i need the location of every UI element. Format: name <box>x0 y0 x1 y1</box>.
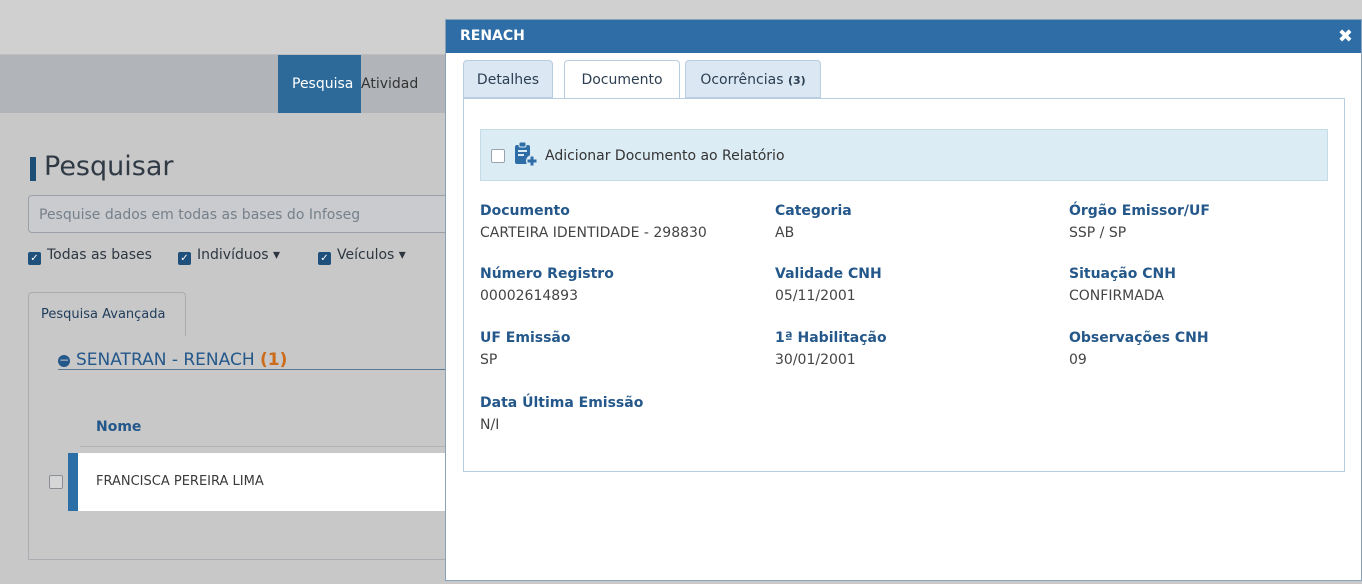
tab-label: Ocorrências <box>700 72 784 88</box>
modal-title: RENACH <box>460 28 525 44</box>
field-value: 05/11/2001 <box>775 288 856 304</box>
field-label: Órgão Emissor/UF <box>1069 203 1210 219</box>
field-numero-registro: Número Registro 00002614893 <box>480 266 614 304</box>
field-value: N/I <box>480 417 500 433</box>
section-underline <box>58 369 446 370</box>
nav-tab-pesquisa[interactable]: Pesquisa <box>278 55 361 113</box>
filter-label: Veículos <box>337 247 395 263</box>
field-label: Documento <box>480 203 570 219</box>
column-divider <box>80 446 446 447</box>
tab-label: Documento <box>581 72 663 88</box>
checkbox-checked-icon[interactable]: ✓ <box>178 252 191 265</box>
tab-detalhes[interactable]: Detalhes <box>463 60 553 98</box>
clipboard-add-icon <box>515 141 538 167</box>
field-data-ultima-emissao: Data Última Emissão N/I <box>480 395 643 433</box>
renach-modal: RENACH ✖ Detalhes Documento Ocorrências … <box>445 19 1362 581</box>
add-to-report-label: Adicionar Documento ao Relatório <box>545 148 785 164</box>
field-label: Observações CNH <box>1069 330 1209 346</box>
tab-badge: (3) <box>787 74 806 87</box>
title-accent-bar <box>30 157 36 181</box>
tab-pesquisa-avancada[interactable]: Pesquisa Avançada <box>28 292 186 336</box>
field-value: 00002614893 <box>480 288 578 304</box>
field-label: Validade CNH <box>775 266 882 282</box>
documento-panel: Adicionar Documento ao Relatório Documen… <box>463 98 1345 472</box>
table-row[interactable]: FRANCISCA PEREIRA LIMA <box>68 453 448 511</box>
caret-down-icon: ▾ <box>273 247 281 263</box>
caret-down-icon: ▾ <box>398 247 406 263</box>
field-situacao-cnh: Situação CNH CONFIRMADA <box>1069 266 1176 304</box>
column-header-nome[interactable]: Nome <box>96 419 141 435</box>
field-value: 30/01/2001 <box>775 352 856 368</box>
field-value: 09 <box>1069 352 1087 368</box>
field-label: Categoria <box>775 203 852 219</box>
field-label: 1ª Habilitação <box>775 330 887 346</box>
field-value: CONFIRMADA <box>1069 288 1164 304</box>
field-value: SP <box>480 352 498 368</box>
collapse-icon[interactable]: − <box>58 354 70 367</box>
field-documento: Documento CARTEIRA IDENTIDADE - 298830 <box>480 203 707 241</box>
section-senatran-renach[interactable]: − SENATRAN - RENACH (1) <box>58 350 287 370</box>
close-icon[interactable]: ✖ <box>1338 20 1353 53</box>
modal-header: RENACH ✖ <box>446 20 1361 53</box>
filter-todas-bases[interactable]: ✓ Todas as bases <box>28 247 152 265</box>
filter-individuos[interactable]: ✓ Indivíduos ▾ <box>178 247 280 265</box>
tab-ocorrencias[interactable]: Ocorrências (3) <box>685 60 821 98</box>
search-input[interactable]: Pesquise dados em todas as bases do Info… <box>28 195 468 233</box>
field-label: Data Última Emissão <box>480 395 644 411</box>
checkbox-checked-icon[interactable]: ✓ <box>28 252 41 265</box>
page-title: Pesquisar <box>44 151 174 182</box>
field-categoria: Categoria AB <box>775 203 852 241</box>
section-label: SENATRAN - RENACH <box>76 350 255 370</box>
add-to-report-bar[interactable]: Adicionar Documento ao Relatório <box>480 129 1328 181</box>
filter-label: Todas as bases <box>47 247 152 263</box>
field-value: SSP / SP <box>1069 225 1127 241</box>
filter-label: Indivíduos <box>197 247 269 263</box>
field-observacoes-cnh: Observações CNH 09 <box>1069 330 1209 368</box>
field-validade-cnh: Validade CNH 05/11/2001 <box>775 266 882 304</box>
field-value: CARTEIRA IDENTIDADE - 298830 <box>480 225 707 241</box>
tab-documento[interactable]: Documento <box>564 60 680 99</box>
field-uf-emissao: UF Emissão SP <box>480 330 571 368</box>
field-value: AB <box>775 225 795 241</box>
add-to-report-checkbox[interactable] <box>491 149 505 163</box>
checkbox-checked-icon[interactable]: ✓ <box>318 252 331 265</box>
field-label: Número Registro <box>480 266 614 282</box>
filter-veiculos[interactable]: ✓ Veículos ▾ <box>318 247 406 265</box>
field-label: Situação CNH <box>1069 266 1176 282</box>
section-count: (1) <box>260 350 288 370</box>
field-orgao-emissor: Órgão Emissor/UF SSP / SP <box>1069 203 1210 241</box>
row-checkbox[interactable] <box>49 475 63 489</box>
field-primeira-habilitacao: 1ª Habilitação 30/01/2001 <box>775 330 887 368</box>
field-label: UF Emissão <box>480 330 571 346</box>
tab-label: Detalhes <box>476 72 540 88</box>
nav-tab-atividades[interactable]: Atividad <box>361 55 418 113</box>
